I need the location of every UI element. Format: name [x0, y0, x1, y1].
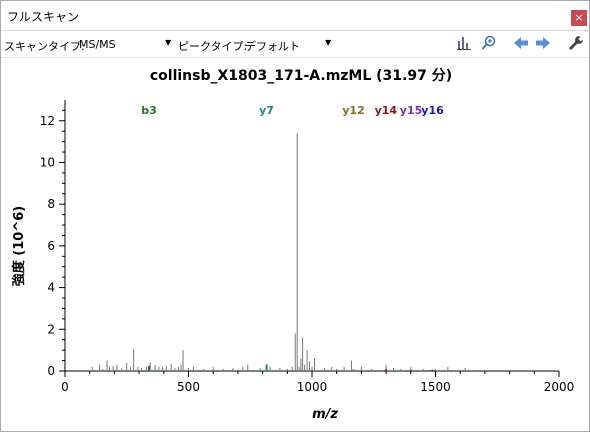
- y-tick-label: 2: [47, 322, 55, 336]
- spectrum-chart: collinsb_X1803_171-A.mzML (31.97 分) 0 500…: [1, 58, 589, 431]
- window-title: フルスキャン: [7, 10, 80, 24]
- peak-label: y12: [342, 104, 364, 117]
- y-axis-label: 強度 (10^6): [11, 206, 27, 286]
- x-tick-label: 2000: [544, 380, 575, 394]
- spectrum-plot: collinsb_X1803_171-A.mzML (31.97 分) 0 500…: [11, 68, 575, 422]
- x-tick-label: 1500: [420, 380, 451, 394]
- x-tick-label: 0: [61, 380, 69, 394]
- chart-title: collinsb_X1803_171-A.mzML (31.97 分): [150, 68, 452, 84]
- chevron-down-icon: ▼: [165, 38, 172, 47]
- scan-type-value: MS/MS: [79, 38, 116, 51]
- x-tick-label: 1000: [297, 380, 328, 394]
- y-tick-label: 10: [40, 155, 55, 169]
- peak-type-select[interactable]: デフォルト ▼: [245, 38, 333, 54]
- full-scan-window: フルスキャン × スキャンタイプ: MS/MS ▼ ピークタイプ: デフォルト …: [0, 0, 590, 432]
- peak-label: b3: [141, 104, 157, 117]
- peak-label: y7: [259, 104, 274, 117]
- y-tick-label: 4: [47, 281, 55, 295]
- y-tick-label: 6: [47, 239, 55, 253]
- y-tick-label: 8: [47, 197, 55, 211]
- scan-type-select[interactable]: MS/MS ▼: [79, 38, 173, 51]
- title-bar: フルスキャン ×: [1, 1, 589, 31]
- toolbar: スキャンタイプ: MS/MS ▼ ピークタイプ: デフォルト ▼: [1, 31, 589, 58]
- scan-type-label: スキャンタイプ:: [4, 40, 85, 53]
- zoom-in-icon[interactable]: [480, 34, 498, 52]
- y-tick-label: 0: [47, 364, 55, 378]
- peak-type-value: デフォルト: [245, 40, 300, 53]
- x-tick-label: 500: [177, 380, 200, 394]
- chevron-down-icon: ▼: [325, 38, 332, 47]
- spectrum-bars-icon[interactable]: [455, 34, 473, 52]
- wrench-icon[interactable]: [567, 34, 585, 52]
- peak-type-label: ピークタイプ:: [178, 40, 248, 53]
- peak-label: y14: [375, 104, 398, 117]
- arrow-left-icon[interactable]: [512, 34, 530, 52]
- arrow-right-icon[interactable]: [534, 34, 552, 52]
- peak-label: y15: [400, 104, 422, 117]
- close-button[interactable]: ×: [571, 10, 587, 26]
- peak-label: y16: [421, 104, 444, 117]
- x-axis-label: m/z: [312, 407, 338, 422]
- y-tick-label: 12: [40, 114, 55, 128]
